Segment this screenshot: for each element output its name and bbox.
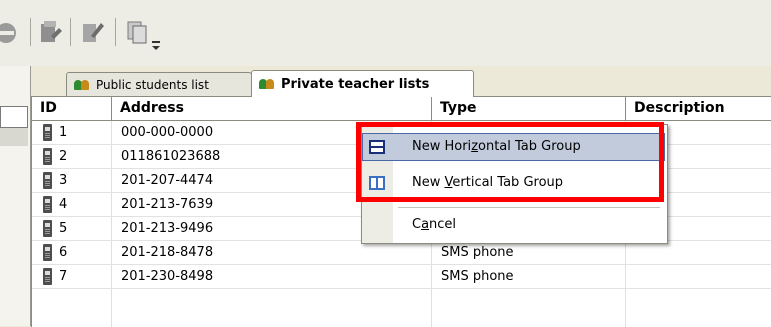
cell-id: 7: [59, 269, 68, 284]
dropdown-arrow-icon[interactable]: [151, 38, 161, 52]
menu-separator: [398, 207, 660, 208]
cell-type: SMS phone: [441, 269, 514, 284]
column-header-id[interactable]: ID: [32, 97, 112, 121]
column-header-type[interactable]: Type: [432, 97, 626, 121]
cell-address: 201-218-8478: [121, 245, 214, 260]
cell-id: 4: [59, 197, 68, 212]
cell-id: 1: [59, 125, 68, 140]
toolbar: [0, 0, 771, 66]
group-icon: [258, 77, 276, 91]
phone-icon: [43, 244, 52, 261]
left-pane-selection: [0, 128, 28, 146]
database-icon[interactable]: [38, 18, 64, 46]
edit-icon[interactable]: [80, 18, 106, 46]
phone-icon: [43, 148, 52, 165]
cell-address: 201-213-7639: [121, 197, 214, 212]
tab-private-teacher-lists[interactable]: Private teacher lists: [251, 70, 474, 97]
phone-icon: [43, 172, 52, 189]
column-header-address[interactable]: Address: [112, 97, 432, 121]
cell-address: 201-207-4474: [121, 173, 214, 188]
left-pane: [0, 66, 31, 326]
cell-id: 3: [59, 173, 68, 188]
stop-icon[interactable]: [0, 20, 22, 46]
table-row[interactable]: 7 201-230-8498 SMS phone: [32, 265, 771, 289]
cell-type: SMS phone: [441, 245, 514, 260]
cell-address: 011861023688: [121, 149, 221, 164]
phone-icon: [43, 124, 52, 141]
phone-icon: [43, 220, 52, 237]
column-header-description[interactable]: Description: [626, 97, 771, 121]
cell-id: 5: [59, 221, 68, 236]
cell-address: 201-213-9496: [121, 221, 214, 236]
left-pane-header: [0, 106, 28, 128]
group-icon: [73, 78, 91, 92]
highlight-box: [356, 122, 664, 202]
cell-address: 000-000-0000: [121, 125, 214, 140]
copy-icon[interactable]: [126, 18, 152, 46]
cell-id: 6: [59, 245, 68, 260]
phone-icon: [43, 268, 52, 285]
menu-item-label: Cancel: [412, 217, 457, 232]
menu-item-cancel[interactable]: Cancel: [362, 211, 665, 239]
cell-address: 201-230-8498: [121, 269, 214, 284]
table-row[interactable]: 6 201-218-8478 SMS phone: [32, 241, 771, 265]
phone-icon: [43, 196, 52, 213]
tab-label: Private teacher lists: [281, 76, 430, 92]
cell-id: 2: [59, 149, 68, 164]
tab-label: Public students list: [96, 77, 209, 92]
tab-public-students-list[interactable]: Public students list: [66, 72, 252, 96]
